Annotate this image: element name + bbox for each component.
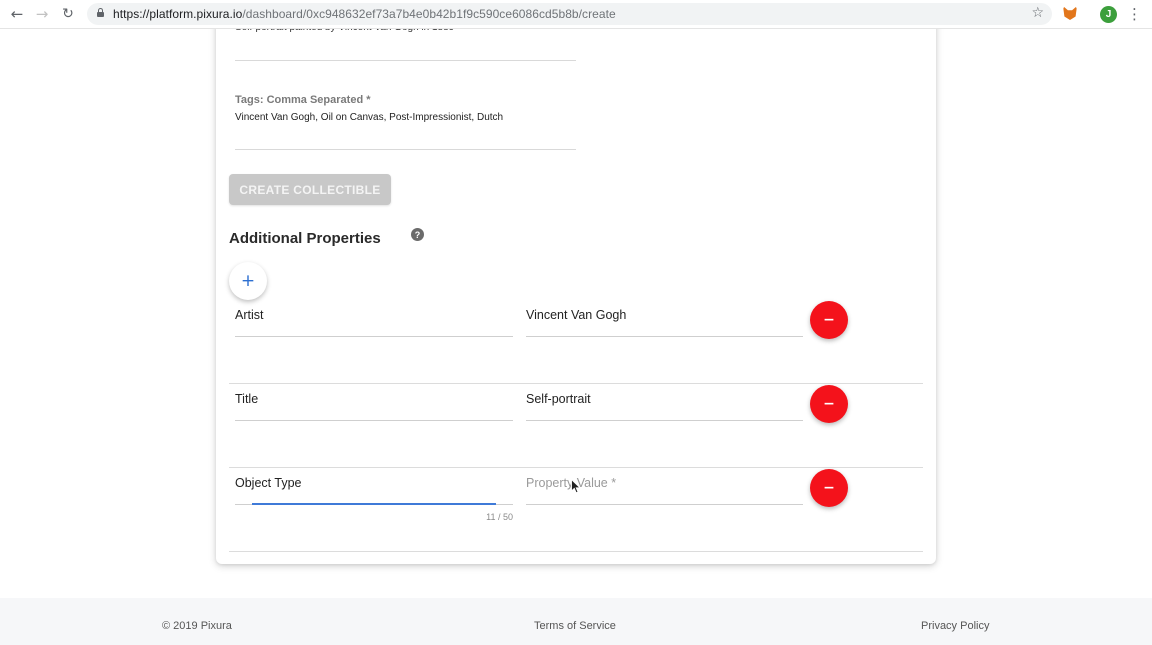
property-key-field[interactable]: Artist: [235, 300, 513, 337]
tags-label: Tags: Comma Separated *: [235, 94, 371, 106]
mouse-cursor-icon: [571, 479, 581, 494]
tags-input[interactable]: Vincent Van Gogh, Oil on Canvas, Post-Im…: [235, 112, 503, 123]
property-key-text: Artist: [235, 308, 264, 322]
address-bar[interactable]: https://platform.pixura.io/dashboard/0xc…: [87, 3, 1052, 25]
minus-icon: −: [823, 480, 835, 496]
field-underline: [526, 336, 803, 337]
more-vert-icon[interactable]: ⋮: [1127, 4, 1142, 24]
field-underline: [526, 504, 803, 505]
property-value-field[interactable]: Property Value *: [526, 468, 803, 505]
tags-underline: [235, 149, 576, 150]
star-icon[interactable]: ☆: [1031, 5, 1044, 21]
additional-properties-title: Additional Properties: [229, 230, 381, 247]
forward-arrow-icon[interactable]: →: [31, 4, 53, 24]
metamask-fox-icon[interactable]: [1063, 6, 1077, 20]
add-property-button[interactable]: +: [229, 262, 267, 300]
url-text[interactable]: https://platform.pixura.io/dashboard/0xc…: [113, 7, 616, 21]
lock-icon[interactable]: [97, 8, 104, 17]
property-row: Artist Vincent Van Gogh −: [229, 300, 923, 384]
reload-icon[interactable]: ↻: [57, 4, 79, 24]
property-key-field[interactable]: Object Type 11 / 50: [235, 468, 513, 522]
remove-property-button[interactable]: −: [810, 301, 848, 339]
minus-icon: −: [823, 312, 835, 328]
url-path: /dashboard/0xc948632ef73a7b4e0b42b1f9c59…: [242, 7, 616, 21]
plus-icon: +: [240, 271, 256, 291]
back-arrow-icon[interactable]: ←: [6, 4, 28, 24]
property-key-text: Title: [235, 392, 259, 406]
profile-avatar[interactable]: J: [1100, 6, 1117, 23]
copyright-text: © 2019 Pixura: [162, 620, 232, 632]
terms-of-service-link[interactable]: Terms of Service: [534, 620, 616, 632]
field-underline: [235, 420, 513, 421]
create-collectible-button[interactable]: CREATE COLLECTIBLE: [229, 174, 391, 205]
field-underline: [526, 420, 803, 421]
field-underline: [235, 336, 513, 337]
browser-toolbar: ← → ↻ https://platform.pixura.io/dashboa…: [0, 0, 1152, 29]
character-counter: 11 / 50: [486, 512, 513, 522]
row-divider: [229, 551, 923, 552]
remove-property-button[interactable]: −: [810, 469, 848, 507]
minus-icon: −: [823, 396, 835, 412]
property-value-text: Self-portrait: [526, 392, 591, 406]
page-footer: © 2019 Pixura Terms of Service Privacy P…: [0, 598, 1152, 645]
property-row: Title Self-portrait −: [229, 384, 923, 468]
focus-underline: [252, 503, 496, 505]
property-value-field[interactable]: Self-portrait: [526, 384, 803, 421]
property-key-text: Object Type: [235, 476, 302, 490]
help-icon[interactable]: ?: [411, 228, 424, 241]
property-value-text: Vincent Van Gogh: [526, 308, 627, 322]
remove-property-button[interactable]: −: [810, 385, 848, 423]
privacy-policy-link[interactable]: Privacy Policy: [921, 620, 989, 632]
description-underline: [235, 60, 576, 61]
property-value-field[interactable]: Vincent Van Gogh: [526, 300, 803, 337]
property-key-field[interactable]: Title: [235, 384, 513, 421]
url-host: https://platform.pixura.io: [113, 7, 243, 21]
